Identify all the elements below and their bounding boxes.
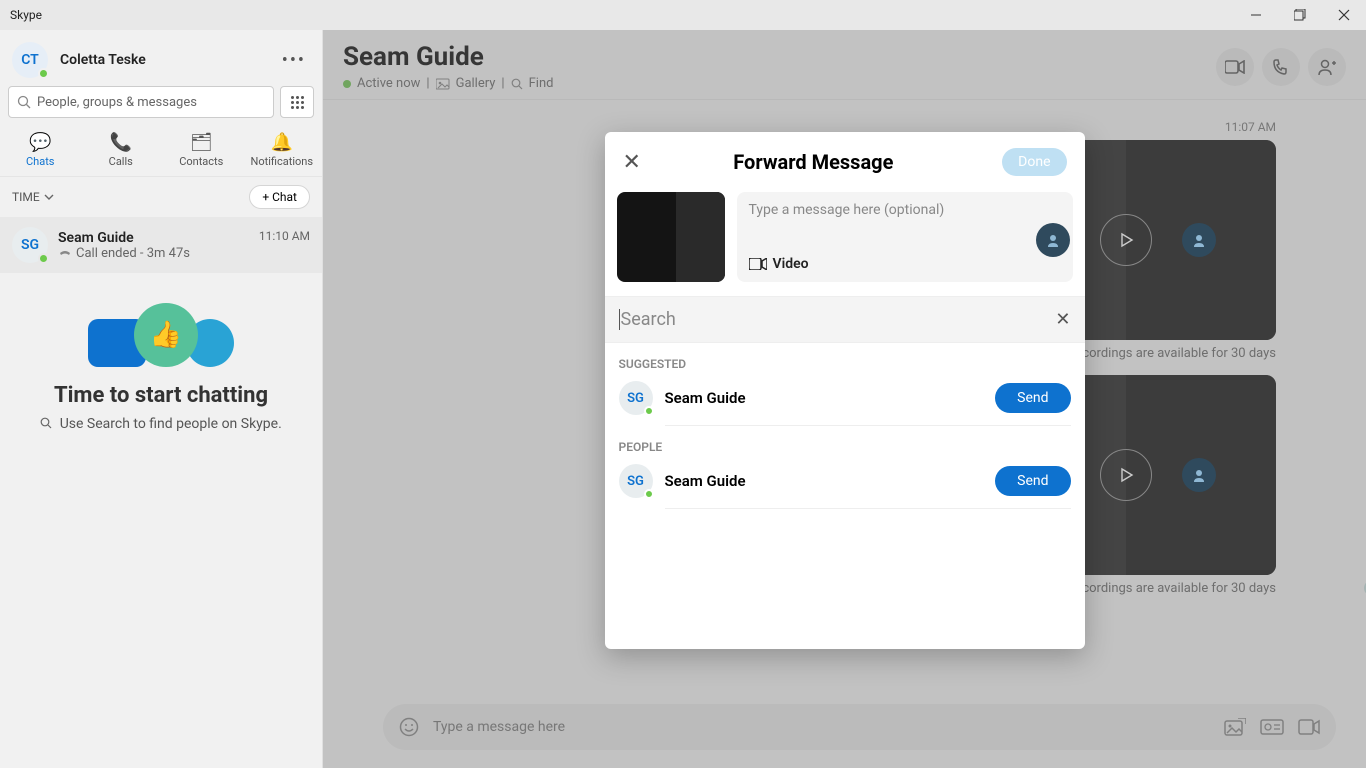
promo-art [30,303,292,367]
contact-row[interactable]: SG Seam Guide Send [605,371,1085,425]
self-initials: CT [21,52,39,68]
forward-placeholder: Type a message here (optional) [749,202,1061,256]
self-name: Coletta Teske [60,52,146,68]
main-panel: Seam Guide Active now| Gallery| Find 11:… [323,30,1366,768]
close-button[interactable] [1322,0,1366,30]
peer-avatar [1182,223,1216,257]
contact-row[interactable]: SG Seam Guide Send [605,454,1085,508]
window-titlebar: Skype [0,0,1366,30]
video-thumbnail [617,192,725,282]
promo-title: Time to start chatting [30,383,292,408]
play-icon[interactable] [1100,449,1152,501]
conversation-time: 11:10 AM [259,229,310,243]
contact-name: Seam Guide [665,472,746,490]
search-input[interactable]: People, groups & messages [8,86,274,118]
modal-search-input[interactable]: Search ✕ [605,296,1085,343]
done-button[interactable]: Done [1002,148,1066,176]
tab-calls[interactable]: 📞Calls [81,126,162,176]
presence-dot [38,68,49,79]
send-button[interactable]: Send [995,466,1070,496]
peer-avatar [1036,223,1070,257]
contact-avatar: SG [619,464,653,498]
self-avatar[interactable]: CT [12,42,48,78]
tab-contacts[interactable]: 🗂Contacts [161,126,242,176]
video-icon [749,258,767,270]
more-menu[interactable]: ••• [282,50,310,71]
promo-sub: Use Search to find people on Skype. [30,416,292,432]
suggested-label: SUGGESTED [605,343,1085,371]
search-placeholder: People, groups & messages [37,95,197,110]
conversation-name: Seam Guide [58,230,259,246]
tab-notifications[interactable]: 🔔Notifications [242,126,323,176]
video-tag: Video [749,256,1061,272]
contact-avatar: SG [619,381,653,415]
search-icon [40,417,52,429]
sidebar: CT Coletta Teske ••• People, groups & me… [0,30,323,768]
minimize-button[interactable] [1234,0,1278,30]
new-chat-button[interactable]: + Chat [249,185,310,209]
clear-search-icon[interactable]: ✕ [1055,309,1070,330]
promo: Time to start chatting Use Search to fin… [0,273,322,462]
maximize-button[interactable] [1278,0,1322,30]
send-button[interactable]: Send [995,383,1070,413]
peer-avatar [1182,458,1216,492]
play-icon[interactable] [1100,214,1152,266]
conversation-sub: Call ended - 3m 47s [58,246,259,261]
contact-name: Seam Guide [665,389,746,407]
modal-title: Forward Message [625,150,1003,174]
presence-dot [38,253,49,264]
tab-chats[interactable]: 💬Chats [0,126,81,176]
forward-message-modal: ✕ Forward Message Done Type a message he… [605,132,1085,649]
dialpad-button[interactable] [280,86,314,118]
app-title: Skype [10,8,42,22]
call-ended-icon [58,246,72,260]
conversation-item[interactable]: SG Seam Guide Call ended - 3m 47s 11:10 … [0,217,322,273]
forward-text-input[interactable]: Type a message here (optional) Video [737,192,1073,282]
sort-label[interactable]: TIME [12,190,40,204]
people-label: PEOPLE [605,426,1085,454]
